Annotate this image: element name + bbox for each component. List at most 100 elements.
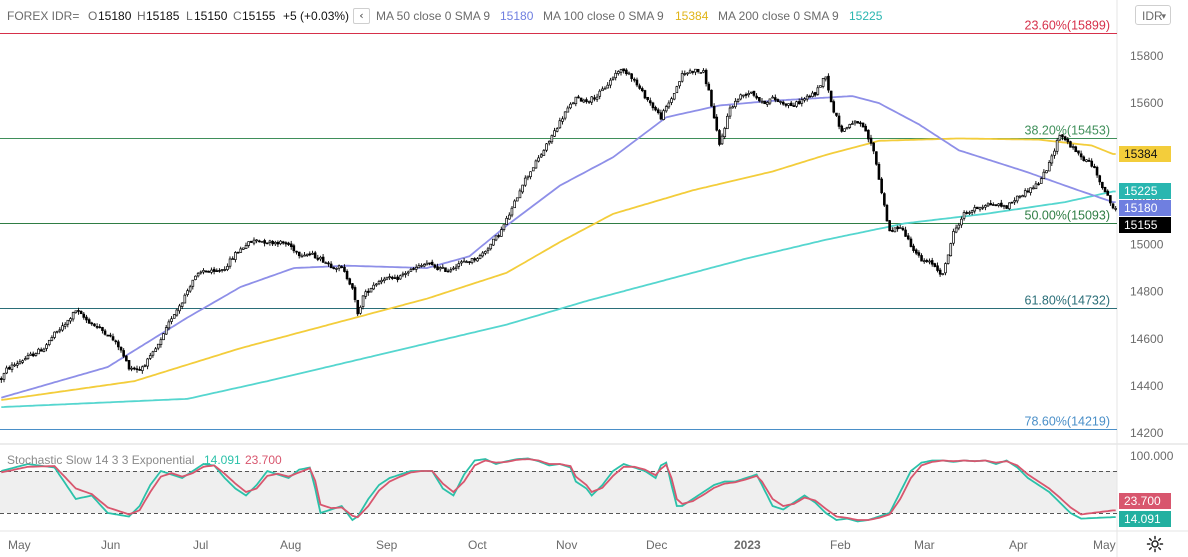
candle-body [353,287,357,300]
candle-body [973,207,977,212]
symbol-selector-label: IDR [1142,9,1163,23]
candle-body [587,101,591,103]
candle-body [789,102,793,107]
candle-body [994,204,998,207]
candle-body [765,102,769,105]
candle-body [824,76,828,80]
candle-body [792,105,796,107]
candle-body [143,365,147,367]
candle-body [63,323,67,327]
candle-body [316,257,320,260]
candle-body [531,167,535,172]
candle-body [646,96,649,101]
candle-body [438,267,442,270]
candle-body [18,361,22,365]
candle-body [912,245,915,251]
candle-body [53,331,56,338]
candle-body [281,241,285,244]
candle-body [952,231,955,244]
time-tick-label: Dec [646,538,667,552]
chevron-down-icon: ▾ [1161,11,1166,21]
candle-body [428,262,431,265]
symbol-selector-button[interactable]: IDR ▾ [1135,5,1171,25]
candle-body [579,97,583,102]
candle-body [377,281,381,285]
candle-body [204,270,208,273]
candle-body [688,70,692,74]
candle-body [130,367,133,370]
candle-body [297,251,301,257]
candle-body [742,94,745,97]
fib-label: 78.60%(14219) [1025,415,1110,429]
candle-body [109,334,112,337]
candle-body [327,262,330,265]
candle-body [630,73,633,79]
candle-body [781,101,785,105]
candle-body [154,348,157,352]
candle-body [768,98,772,104]
candle-body [976,206,979,210]
candle-body [252,239,256,244]
candle-body [542,150,546,156]
candle-body [151,351,155,356]
candle-body [420,265,423,267]
candle-body [949,243,953,257]
stoch-band [0,471,1117,513]
candle-body [675,86,679,94]
candle-body [319,256,322,260]
candle-body [611,77,615,80]
candle-body [845,126,849,130]
candle-body [691,71,695,73]
gear-icon[interactable] [1146,535,1164,553]
moving-averages [1,95,1116,408]
price-tag: 15384 [1124,147,1158,161]
candle-body [521,184,524,193]
time-tick-label: Jun [101,538,120,552]
price-chart[interactable]: 23.60%(15899) 38.20%(15453) 50.00%(15093) 6… [0,0,1188,557]
candle-body [359,306,362,314]
candle-body [21,360,24,363]
candle-body [755,95,758,99]
candle-body [699,72,703,74]
candle-body [946,254,950,264]
candle-body [348,278,352,285]
candle-body [901,227,905,231]
candle-body [938,269,942,275]
candle-body [199,271,203,274]
candle-body [103,330,107,335]
candle-body [117,341,120,348]
candle-body [69,318,72,322]
price-tick-label: 14800 [1130,285,1164,299]
candle-body [648,100,652,104]
candle-body [917,252,921,256]
candle-body [188,286,192,292]
candle-body [321,256,325,263]
candle-body [351,283,354,289]
candle-body [164,327,168,335]
candle-body [16,363,19,366]
candle-body [832,101,836,113]
candle-body [1008,202,1011,210]
candle-body [255,239,258,242]
candle-body [696,68,700,73]
candle-body [800,99,804,104]
candle-body [505,217,508,225]
candle-body [1077,150,1080,154]
candle-body [627,72,631,75]
candle-body [683,73,687,75]
candle-body [550,135,554,143]
candle-body [8,367,11,370]
candle-body [569,103,572,109]
candle-body [720,135,724,145]
candle-body [398,275,402,280]
price-tick-label: 15000 [1130,238,1164,252]
candle-body [734,100,737,108]
candle-body [279,240,282,245]
candle-body [114,340,118,343]
chevron-left-icon[interactable]: ‹ [353,8,370,24]
candle-body [898,227,902,229]
candle-body [739,94,742,100]
candle-body [997,203,1000,206]
candle-body [625,69,628,75]
candle-body [978,207,982,210]
